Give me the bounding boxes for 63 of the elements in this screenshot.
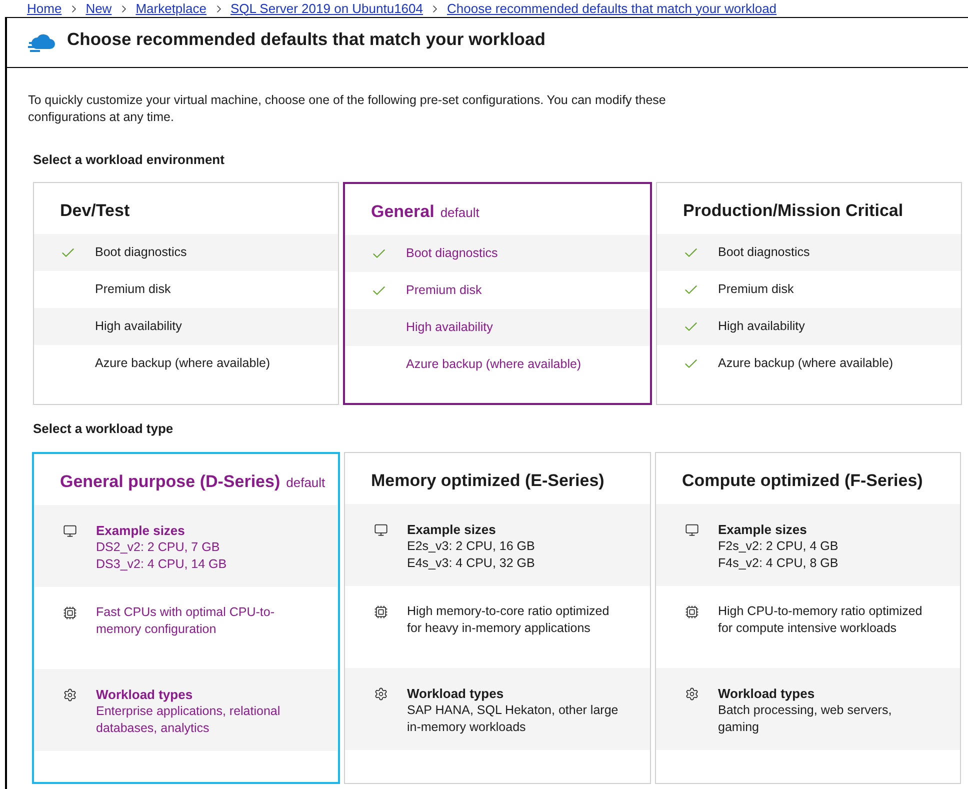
- section-heading: Example sizes: [96, 522, 186, 539]
- section-label: Select a workload type: [33, 420, 174, 438]
- feature-label: High availability: [406, 319, 493, 336]
- size-spec: F4s_v2: 4 CPU, 8 GB: [718, 555, 840, 572]
- size-spec: E2s_v3: 2 CPU, 16 GB: [407, 538, 536, 555]
- card-title: Production/Mission Critical: [683, 200, 904, 222]
- chip-icon: [63, 606, 77, 620]
- feature-label: Azure backup (where available): [718, 355, 894, 372]
- feature-label: Azure backup (where available): [406, 356, 582, 374]
- feature-label: Premium disk: [718, 281, 794, 298]
- chip-icon: [374, 605, 388, 619]
- feature-label: Boot diagnostics: [406, 245, 498, 262]
- feature-label: High availability: [95, 318, 182, 336]
- settings-icon: [685, 687, 699, 701]
- settings-icon: [374, 687, 388, 701]
- section-text: SAP HANA, SQL Hekaton, other large in-memory workloads: [407, 702, 620, 736]
- monitor-icon: [63, 524, 77, 538]
- cloud-icon: [28, 32, 56, 54]
- option-card[interactable]: [655, 452, 961, 784]
- default-label: default: [286, 474, 326, 492]
- option-card[interactable]: General default Boot diagnostics Premium disk High availability Azure backup (where available): [343, 182, 652, 405]
- option-card[interactable]: [32, 452, 340, 784]
- breadcrumb-link[interactable]: SQL Server 2019 on Ubuntu1604: [230, 0, 424, 16]
- feature-label: High availability: [718, 318, 805, 336]
- card-title: Memory optimized (E-Series): [371, 470, 604, 492]
- section-heading: Example sizes: [718, 521, 808, 538]
- breadcrumb-link[interactable]: Marketplace: [136, 0, 207, 16]
- intro-text: To quickly customize your virtual machine, choose one of the following pre-set configurations. You can modify these configurations at any time.: [27, 92, 667, 126]
- card-title: Compute optimized (F-Series): [682, 470, 923, 492]
- section-heading: Workload types: [96, 686, 194, 703]
- feature-label: Boot diagnostics: [718, 244, 810, 262]
- card-title: Dev/Test: [60, 200, 130, 222]
- option-card[interactable]: [344, 452, 651, 784]
- section-text: High memory-to-core ratio optimized for heavy in-memory applications: [407, 603, 610, 637]
- section-text: Enterprise applications, relational databases, analytics: [96, 703, 282, 737]
- section-heading: Example sizes: [407, 521, 497, 538]
- section-heading: Workload types: [718, 685, 816, 702]
- default-label: default: [440, 204, 480, 222]
- section-label: Select a workload environment: [33, 151, 226, 169]
- section-heading: Workload types: [407, 685, 505, 702]
- size-spec: E4s_v3: 4 CPU, 32 GB: [407, 555, 536, 572]
- feature-label: Azure backup (where available): [95, 355, 270, 372]
- page-title: Choose recommended defaults that match your workload: [67, 28, 546, 50]
- feature-label: Premium disk: [95, 281, 171, 298]
- breadcrumb-link[interactable]: Home: [27, 0, 62, 16]
- breadcrumb-link[interactable]: New: [86, 0, 112, 16]
- monitor-icon: [685, 523, 699, 537]
- section-text: High CPU-to-memory ratio optimized for compute intensive workloads: [718, 603, 924, 637]
- option-card[interactable]: Dev/Test Boot diagnostics Premium disk High availability Azure backup (where available): [33, 182, 339, 405]
- card-title: General purpose (D-Series): [60, 471, 280, 493]
- monitor-icon: [374, 523, 388, 537]
- breadcrumb-link[interactable]: Choose recommended defaults that match your workload: [447, 0, 777, 16]
- size-spec: F2s_v2: 2 CPU, 4 GB: [718, 538, 840, 555]
- card-title: General: [371, 201, 434, 223]
- chip-icon: [685, 605, 699, 619]
- feature-label: Premium disk: [406, 282, 482, 300]
- size-spec: DS3_v2: 4 CPU, 14 GB: [96, 556, 228, 573]
- size-spec: DS2_v2: 2 CPU, 7 GB: [96, 539, 221, 556]
- settings-icon: [63, 688, 77, 702]
- option-card[interactable]: Production/Mission Critical Boot diagnostics Premium disk High availability Azure backup (where available): [656, 182, 962, 405]
- section-text: Fast CPUs with optimal CPU-to-memory configuration: [96, 604, 276, 638]
- section-text: Batch processing, web servers, gaming: [718, 702, 893, 736]
- feature-label: Boot diagnostics: [95, 244, 187, 262]
